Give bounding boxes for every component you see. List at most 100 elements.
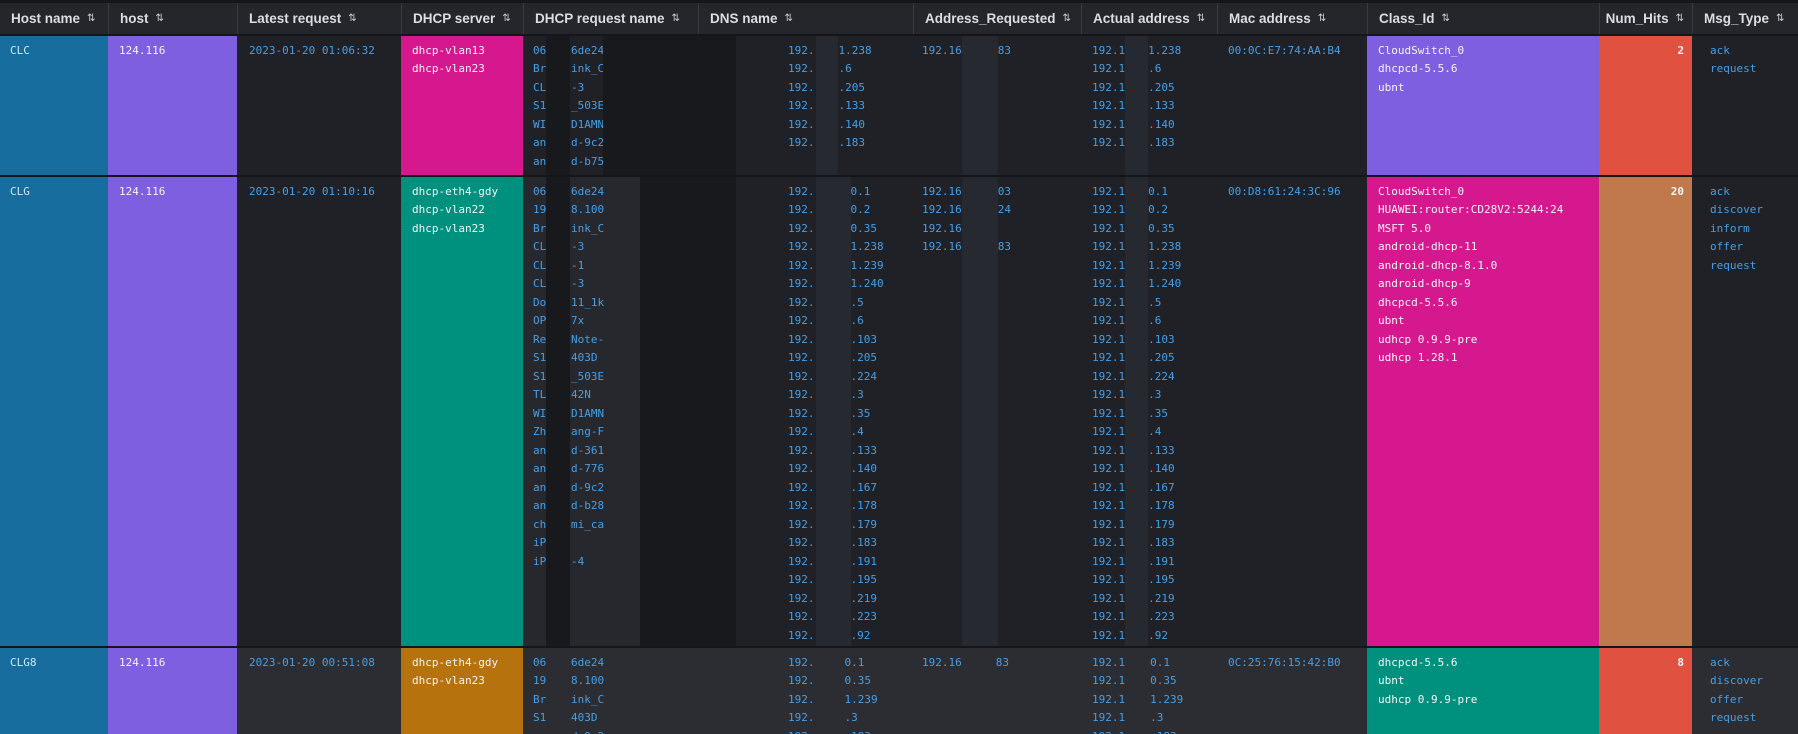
value-suffix: 0.2 [850,203,871,217]
column-header-latest-request[interactable]: Latest request ⇅ [237,3,401,34]
cell-msg-type: ack request [1692,36,1798,175]
redaction-box [816,36,838,175]
value-prefix: 192.1 [1092,99,1126,113]
cell-dhcp-request-name-line: 19 8.100 [523,672,698,691]
cell-class-id-line: HUAWEI:router:CD28V2:5244:24 [1378,203,1564,217]
cell-actual-address-line: 192.1 .140 [1081,115,1217,134]
value-suffix: d-9c2 [571,480,605,494]
value-suffix: 403D [571,351,598,365]
value-prefix: an [533,730,547,734]
column-header-dhcp-request-name[interactable]: DHCP request name ⇅ [523,3,698,34]
cell-host: 124.116 [108,36,237,175]
cell-dhcp-server-line: dhcp-eth4-gdy [412,184,499,198]
column-header-address-requested[interactable]: Address_Requested ⇅ [913,3,1081,34]
value-suffix: .35 [1148,406,1168,420]
cell-mac-address-value: 00:D8:61:24:3C:96 [1228,184,1341,198]
value-prefix: 192.1 [1092,117,1126,131]
column-header-host[interactable]: host ⇅ [108,3,237,34]
value-suffix: .224 [850,369,878,383]
value-suffix: .4 [1148,425,1162,439]
value-prefix: 192.16 [922,655,962,669]
column-header-dns-name[interactable]: DNS name ⇅ [698,3,913,34]
cell-dhcp-server-line: dhcp-vlan23 [412,62,485,76]
column-header-actual-address[interactable]: Actual address ⇅ [1081,3,1217,34]
value-prefix: 192.1 [1092,277,1126,291]
value-suffix: .5 [850,295,864,309]
cell-msg-type-line: request [1710,62,1757,76]
value-prefix: CL [533,240,547,254]
column-header-label: Address_Requested [925,11,1056,26]
cell-latest-request: 2023-01-20 00:51:08 [237,648,401,734]
value-prefix: 192.1 [1092,674,1126,688]
redaction-box [1125,36,1148,175]
cell-msg-type-line: ack [1710,43,1730,57]
redacted-gap [547,662,571,663]
value-suffix: .92 [1148,628,1168,642]
value-prefix: an [533,462,547,476]
value-suffix: .179 [850,517,878,531]
redacted-gap [547,717,571,718]
value-prefix: Re [533,332,547,346]
value-suffix: .178 [850,499,878,513]
cell-dhcp-request-name-line: 06 6de24 [523,653,698,672]
value-suffix: 11_1k [571,295,605,309]
value-prefix: 192. [788,277,815,291]
column-header-class-id[interactable]: Class_Id ⇅ [1367,3,1599,34]
sort-icon: ⇅ [1776,13,1785,24]
redacted-gap [815,662,845,663]
cell-actual-address-line: 192.1 .35 [1081,404,1217,423]
redacted-gap [815,699,845,700]
cell-mac-address: 00:0C:E7:74:AA:B4 [1217,36,1367,175]
value-suffix: 1.238 [1148,43,1182,57]
value-prefix: 192. [788,692,815,706]
value-suffix: d-9c2 [571,136,605,150]
redacted-gap [523,468,533,469]
redacted-gap [523,680,533,681]
value-prefix: 192.1 [1092,295,1126,309]
value-suffix: 7x [571,314,585,328]
redacted-gap [1081,357,1092,358]
value-prefix: 192. [788,80,815,94]
value-prefix: an [533,443,547,457]
cell-msg-type: ack discover inform offer request [1692,177,1798,646]
column-header-label: Latest request [249,11,342,26]
value-prefix: 192.1 [1092,406,1126,420]
value-suffix: 6de24 [571,184,605,198]
column-header-label: Mac address [1229,11,1311,26]
value-suffix: 8.100 [571,674,605,688]
column-header-host-name[interactable]: Host name ⇅ [0,3,108,34]
value-prefix: 192. [788,99,815,113]
column-header-msg-type[interactable]: Msg_Type ⇅ [1692,3,1798,34]
num-hits-value: 8 [1677,655,1684,669]
value-prefix: 192. [788,425,815,439]
value-prefix: 192.1 [1092,628,1126,642]
column-header-num-hits[interactable]: Num_Hits ⇅ [1599,3,1692,34]
column-header-dhcp-server[interactable]: DHCP server ⇅ [401,3,523,34]
redacted-gap [1081,142,1092,143]
value-prefix: 192. [788,43,815,57]
column-header-mac-address[interactable]: Mac address ⇅ [1217,3,1367,34]
value-prefix: 192.1 [1092,332,1126,346]
cell-latest-request-value: 2023-01-20 01:06:32 [249,43,375,57]
value-suffix: ink_C [571,62,605,76]
cell-actual-address-line: 192.1 .4 [1081,423,1217,442]
value-suffix: 1.240 [1148,277,1182,291]
value-prefix: 192. [788,711,815,725]
cell-actual-address-line: 192.1 .183 [1081,534,1217,553]
value-prefix: 192. [788,62,815,76]
redacted-gap [523,209,533,210]
cell-class-id: dhcpcd-5.5.6 ubnt udhcp 0.9.9-pre [1367,648,1599,734]
column-header-label: host [120,11,149,26]
value-suffix: .219 [850,591,878,605]
cell-class-id-line: ubnt [1378,80,1405,94]
value-suffix: -1 [571,258,585,272]
redacted-gap [698,662,788,663]
value-prefix: 19 [533,203,547,217]
redacted-gap [815,680,845,681]
value-prefix: an [533,480,547,494]
value-suffix: mi_ca [571,517,605,531]
value-suffix: .183 [1148,136,1175,150]
redacted-gap [698,680,788,681]
redacted-gap [1081,283,1092,284]
cell-actual-address-line: 192.1 .219 [1081,589,1217,608]
